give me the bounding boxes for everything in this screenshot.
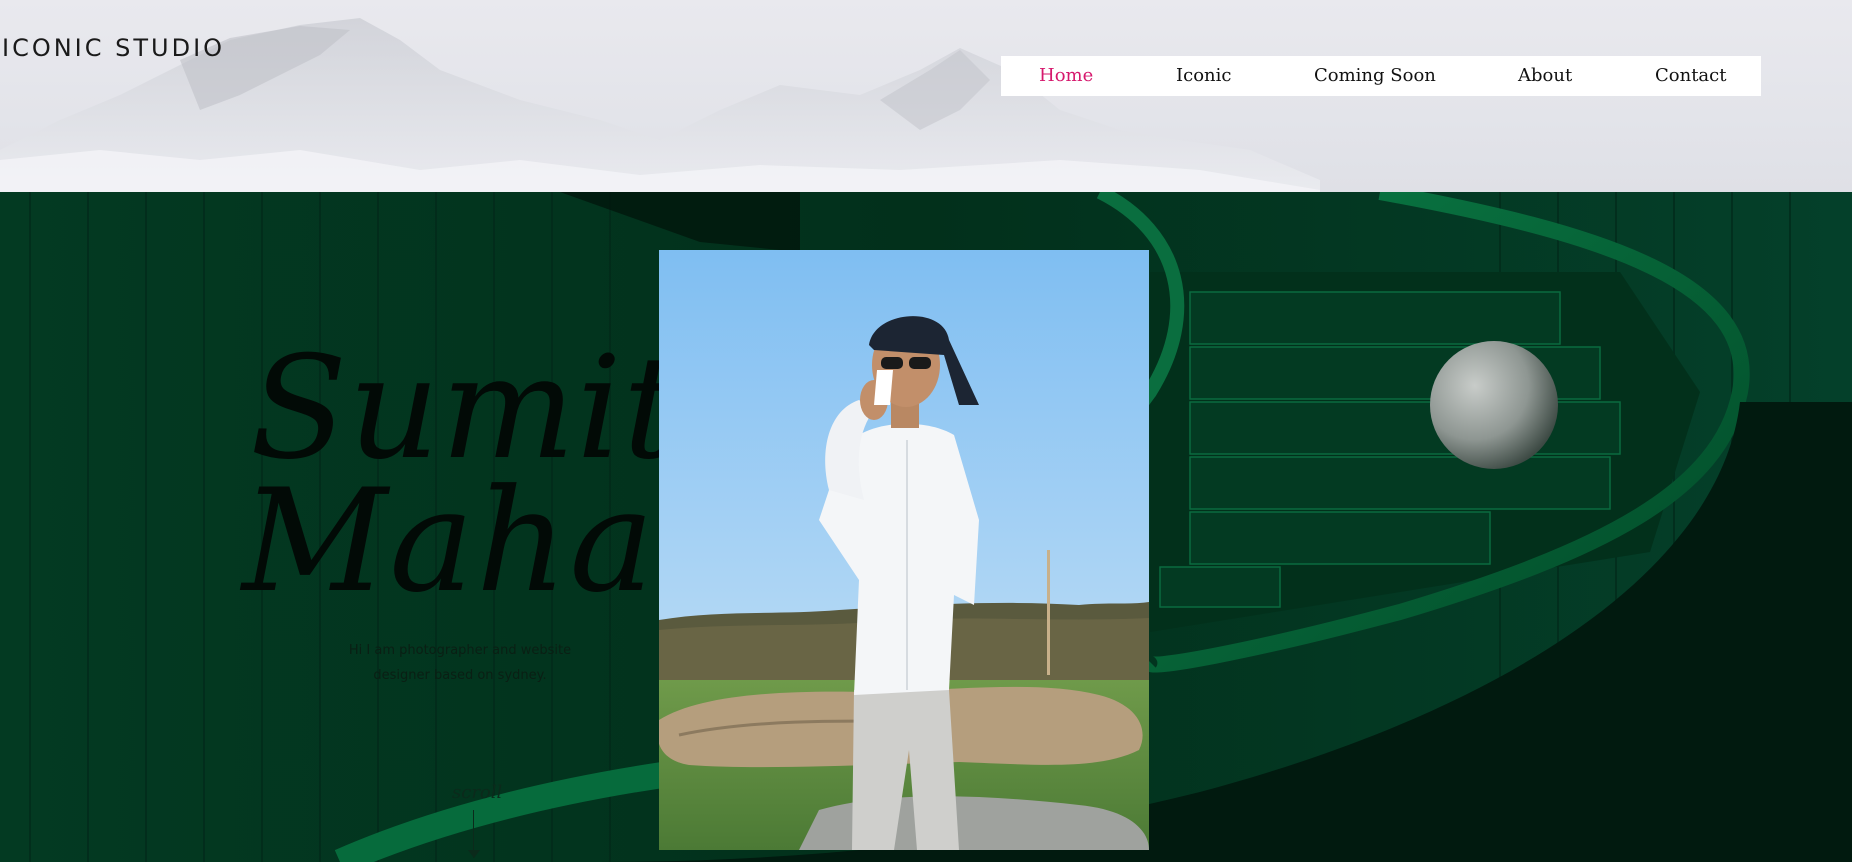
hero-tagline-line1: Hi I am photographer and website — [348, 643, 572, 658]
portrait-photo — [659, 250, 1149, 850]
hero-tagline-line2: designer based on sydney. — [373, 668, 547, 683]
site-header: ICONIC STUDIO Home Iconic Coming Soon Ab… — [0, 0, 1852, 192]
mountain-background-image — [0, 18, 1320, 192]
nav-item-coming-soon[interactable]: Coming Soon — [1314, 65, 1436, 86]
hero-name-line2: Mahat — [242, 459, 716, 625]
nav-item-contact[interactable]: Contact — [1655, 65, 1726, 86]
hero-tagline: Hi I am photographer and website designe… — [330, 638, 590, 688]
hero-name-heading: Sumit Mahat — [242, 326, 715, 613]
main-navigation: Home Iconic Coming Soon About Contact — [1001, 56, 1761, 96]
nav-item-home[interactable]: Home — [1039, 65, 1093, 86]
nav-item-iconic[interactable]: Iconic — [1176, 65, 1231, 86]
scroll-label[interactable]: scroll — [452, 782, 502, 803]
scroll-arrow-icon[interactable] — [468, 850, 480, 858]
nav-item-about[interactable]: About — [1518, 65, 1572, 86]
hero-name-line1: Sumit — [250, 326, 681, 491]
site-logo[interactable]: ICONIC STUDIO — [2, 34, 225, 62]
